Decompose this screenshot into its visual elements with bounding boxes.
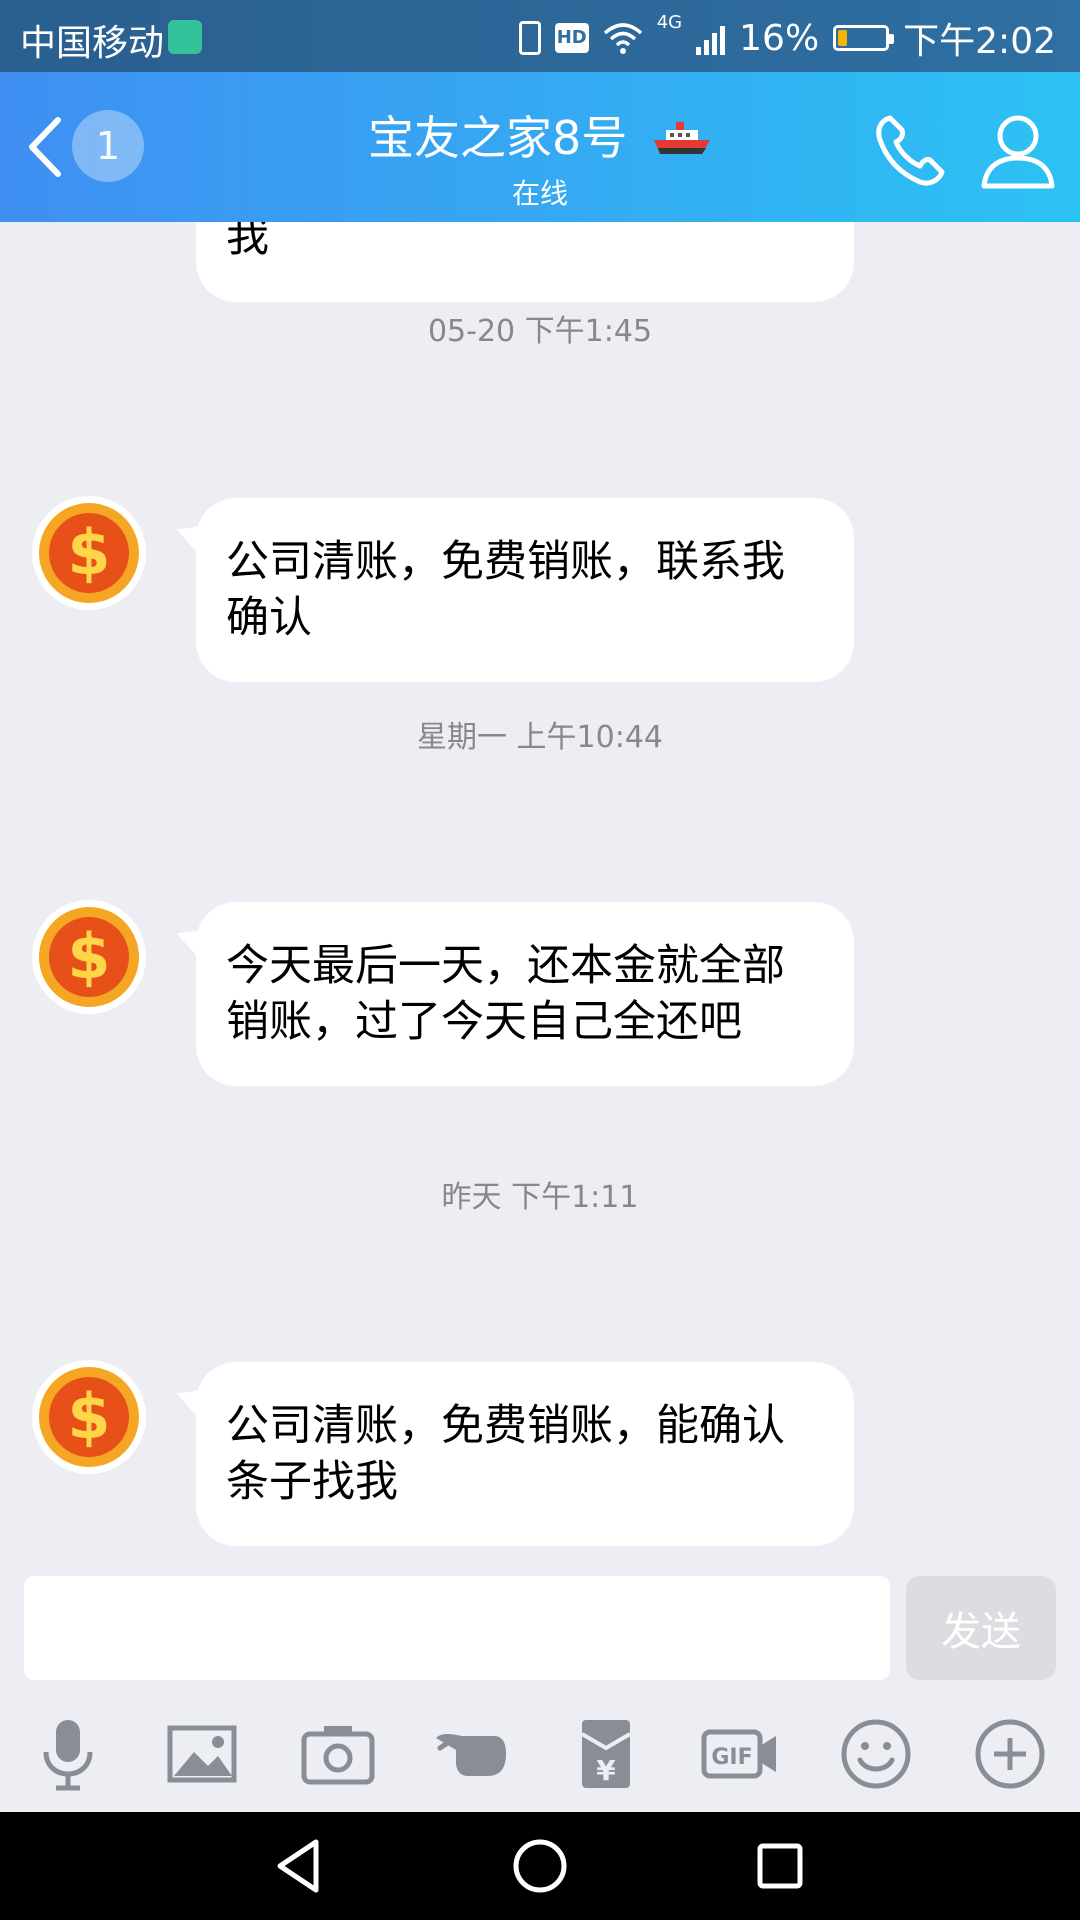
nav-back-icon[interactable]	[268, 1834, 332, 1898]
signal-icon	[696, 21, 726, 55]
vibrate-icon	[518, 21, 541, 55]
message-bubble[interactable]: 今天最后一天，还本金就全部销账，过了今天自己全还吧	[196, 902, 854, 1086]
input-toolbar: ¥ GIF	[0, 1692, 1080, 1812]
phone-call-icon[interactable]	[868, 108, 952, 192]
contact-name: 宝友之家8号	[368, 111, 628, 165]
hd-voice-icon: HD	[554, 23, 589, 53]
poke-icon[interactable]	[432, 1714, 512, 1794]
status-bar: 中国移动 HD 4G 16% 下午2:02	[0, 0, 1080, 72]
message-timestamp: 05-20 下午1:45	[427, 314, 653, 349]
red-packet-icon[interactable]: ¥	[566, 1714, 646, 1794]
composer: 发送	[0, 1572, 1080, 1692]
contact-avatar[interactable]: $	[30, 898, 148, 1016]
emoji-icon[interactable]	[836, 1714, 916, 1794]
contact-avatar[interactable]: $	[30, 1358, 148, 1476]
message-text: 今天最后一天，还本金就全部销账，过了今天自己全还吧	[226, 941, 785, 1047]
message-list[interactable]: 我 05-20 下午1:45 $ 公司清账，免费销账，联系我确认 星期一 上午1…	[0, 222, 1080, 1572]
system-nav-bar	[0, 1812, 1080, 1920]
svg-text:¥: ¥	[596, 1754, 616, 1787]
camera-icon[interactable]	[298, 1714, 378, 1794]
message-bubble[interactable]: 公司清账，免费销账，联系我确认	[196, 498, 854, 682]
network-type-label: 4G	[656, 12, 683, 33]
carrier-label: 中国移动	[20, 23, 165, 64]
message-input[interactable]	[24, 1576, 890, 1680]
gif-icon[interactable]: GIF	[700, 1714, 780, 1794]
app-notification-icon	[168, 20, 202, 54]
battery-percent: 16%	[739, 17, 820, 59]
message-timestamp: 昨天 下午1:11	[441, 1180, 639, 1215]
nav-recents-icon[interactable]	[748, 1834, 812, 1898]
clock: 下午2:02	[903, 21, 1056, 62]
nav-home-icon[interactable]	[508, 1834, 572, 1898]
message-text: 公司清账，免费销账，联系我确认	[226, 537, 785, 643]
send-button[interactable]: 发送	[906, 1576, 1056, 1680]
message-text: 公司清账，免费销账，能确认条子找我	[226, 1401, 785, 1507]
message-bubble-partial[interactable]: 我	[196, 222, 854, 302]
chat-header: 1 宝友之家8号 在线	[0, 72, 1080, 222]
microphone-icon[interactable]	[28, 1714, 108, 1794]
wifi-icon	[603, 23, 642, 54]
profile-icon[interactable]	[976, 108, 1060, 192]
message-timestamp: 星期一 上午10:44	[417, 720, 663, 755]
plus-icon[interactable]	[970, 1714, 1050, 1794]
svg-text:$: $	[67, 1380, 110, 1453]
status-icons: HD 4G 16% 下午2:02	[518, 12, 1056, 64]
message-text: 我	[226, 222, 269, 262]
message-bubble[interactable]: 公司清账，免费销账，能确认条子找我	[196, 1362, 854, 1546]
contact-avatar[interactable]: $	[30, 494, 148, 612]
svg-text:$: $	[67, 920, 110, 993]
image-icon[interactable]	[162, 1714, 242, 1794]
battery-icon	[833, 25, 895, 51]
ship-emoji-icon	[653, 121, 710, 154]
svg-text:$: $	[67, 516, 110, 589]
svg-text:GIF: GIF	[711, 1745, 752, 1770]
